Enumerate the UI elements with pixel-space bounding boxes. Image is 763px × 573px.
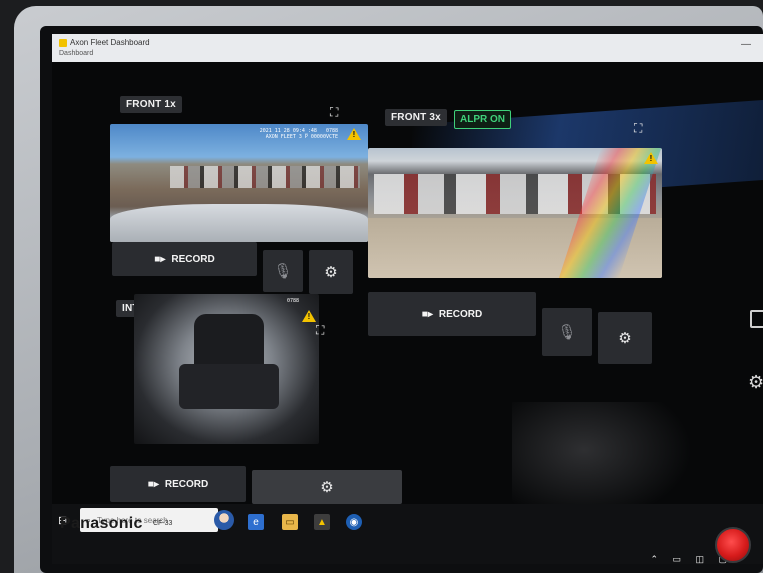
gear-icon[interactable]: ⚙	[748, 372, 763, 393]
folder-icon[interactable]: ▭	[282, 514, 298, 530]
alpr-status-badge: ALPR ON	[454, 110, 511, 129]
camera-label-front-3x: FRONT 3x	[385, 109, 447, 126]
app-subtitle: Dashboard	[59, 50, 94, 57]
user-avatar[interactable]	[214, 510, 234, 530]
microphone-toggle-front-3x[interactable]: 🎙	[542, 308, 592, 356]
microphone-icon: 🎙	[557, 324, 577, 341]
warning-mark: !	[649, 154, 653, 163]
hardware-record-button[interactable]	[715, 527, 751, 563]
seat-base	[179, 364, 279, 409]
settings-button-front-3x[interactable]: ⚙	[598, 312, 652, 364]
microphone-icon: 🎙	[273, 263, 293, 280]
video-camera-icon: ■▸	[421, 308, 433, 320]
record-button-front-3x[interactable]: ■▸ RECORD	[368, 292, 536, 336]
video-camera-icon: ■▸	[154, 253, 166, 265]
record-button-front-1x[interactable]: ■▸ RECORD	[112, 242, 257, 276]
app-icon	[59, 39, 67, 47]
settings-button-interior[interactable]: ⚙	[252, 470, 402, 504]
record-label: RECORD	[171, 253, 215, 265]
camera-label-front-1x: FRONT 1x	[120, 96, 182, 113]
windows-taskbar: ⊞ ⌕ e ▭ ▲ ◉ ⌃ ▭ ◫ ▢	[52, 504, 763, 564]
camera-overlay-text: 2021 11 28 09:4_:48 0788 AXON FLEET 3 P …	[259, 128, 338, 140]
video-camera-icon: ■▸	[147, 478, 159, 490]
minimize-button[interactable]: —	[739, 39, 753, 51]
window-titlebar: Axon Fleet Dashboard Dashboard —	[52, 34, 763, 63]
gear-icon: ⚙	[324, 264, 338, 281]
axon-app-icon[interactable]: ▲	[314, 514, 330, 530]
fullscreen-icon[interactable]: ⛶	[330, 106, 342, 118]
fullscreen-icon[interactable]: ⛶	[634, 122, 646, 134]
camera-feed-front-1x[interactable]: 2021 11 28 09:4_:48 0788 AXON FLEET 3 P …	[110, 124, 368, 242]
camera-feed-front-3x[interactable]: !	[368, 148, 662, 278]
warning-mark: !	[307, 312, 311, 321]
fullscreen-icon[interactable]: ⛶	[316, 324, 328, 336]
settings-button-front-1x[interactable]: ⚙	[309, 250, 353, 294]
side-panel-icon[interactable]	[750, 310, 763, 328]
edge-icon[interactable]: e	[248, 514, 264, 530]
parked-cars	[170, 166, 360, 188]
device-model: CF-33	[153, 520, 173, 527]
camera-feed-interior[interactable]: 0788 !	[134, 294, 319, 444]
warning-mark: !	[352, 130, 356, 139]
gear-icon: ⚙	[320, 479, 334, 496]
microphone-toggle-front-1x[interactable]: 🎙	[263, 250, 303, 292]
globe-icon[interactable]: ◉	[346, 514, 362, 530]
vehicle-hood	[110, 204, 368, 242]
camera-overlay-text: 0788	[286, 298, 299, 304]
device-brand-logo: Panasonic	[60, 515, 143, 532]
record-label: RECORD	[164, 478, 209, 490]
gear-icon: ⚙	[618, 330, 632, 347]
record-button-interior[interactable]: ■▸ RECORD	[110, 466, 246, 502]
record-label: RECORD	[438, 308, 483, 320]
screen: Axon Fleet Dashboard Dashboard — FRONT 1…	[52, 34, 763, 564]
app-title: Axon Fleet Dashboard	[70, 38, 150, 47]
camera-dashboard: FRONT 1x ⛶ 2021 11 28 09:4_:48 0788 AXON…	[52, 62, 763, 522]
